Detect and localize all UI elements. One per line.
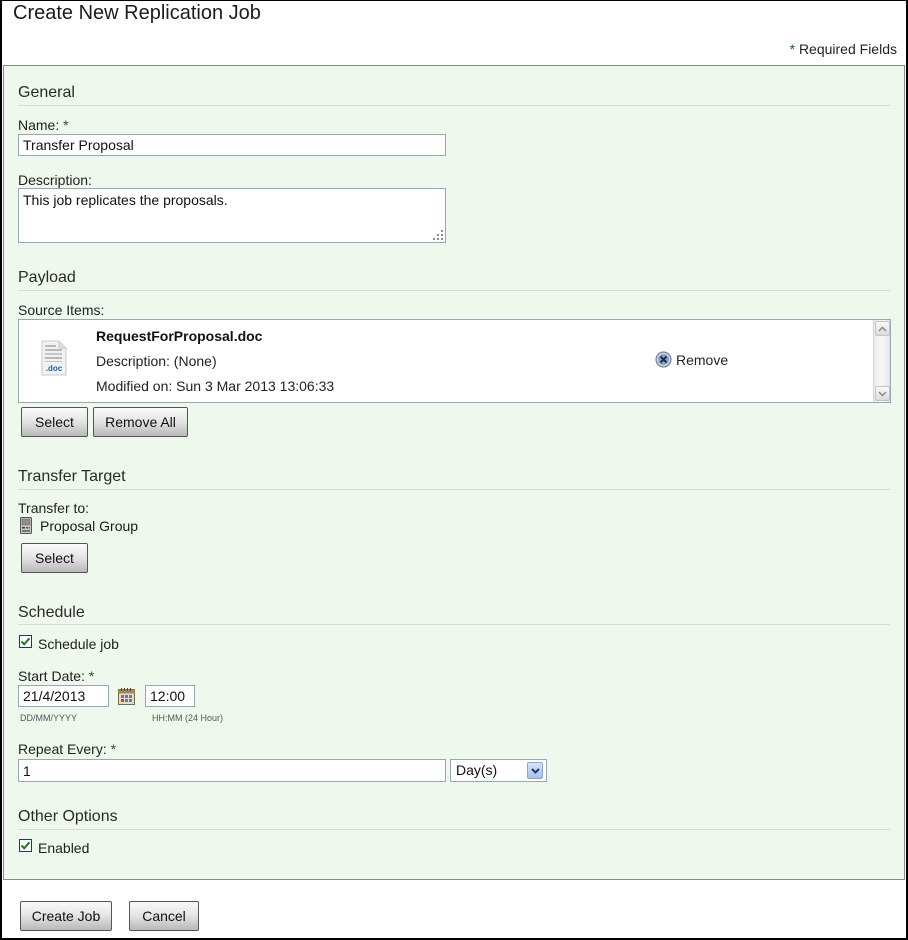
scroll-down-button[interactable]: [875, 386, 890, 401]
name-label-text: Name:: [18, 117, 60, 133]
enabled-label: Enabled: [38, 840, 90, 856]
source-item-modified: Modified on: Sun 3 Mar 2013 13:06:33: [96, 378, 335, 394]
start-time-input[interactable]: [145, 685, 195, 707]
repeat-every-input[interactable]: [18, 759, 446, 782]
remove-circle-x-icon: [655, 351, 672, 368]
transfer-target-item: Proposal Group: [20, 517, 138, 534]
schedule-job-checkbox[interactable]: [19, 635, 32, 648]
section-title-other-options: Other Options: [18, 808, 118, 825]
source-list-scrollbar[interactable]: [873, 320, 890, 402]
required-fields-label: Required Fields: [798, 41, 897, 57]
enabled-checkbox[interactable]: [19, 839, 32, 852]
source-items-label: Source Items:: [18, 302, 105, 318]
section-divider: [18, 105, 890, 106]
scroll-up-button[interactable]: [875, 321, 890, 336]
transfer-target-name: Proposal Group: [40, 517, 139, 534]
calendar-icon: [118, 688, 135, 705]
payload-select-button[interactable]: Select: [21, 407, 88, 437]
repeat-every-label: Repeat Every: *: [18, 741, 116, 757]
section-divider: [18, 290, 890, 291]
doc-file-icon: .doc: [41, 340, 67, 376]
remove-label: Remove: [676, 351, 729, 368]
required-fields-note: * Required Fields: [790, 41, 897, 57]
start-date-input[interactable]: [18, 685, 109, 707]
chevron-down-icon: [878, 390, 887, 397]
calendar-button[interactable]: [118, 688, 135, 708]
transfer-to-label: Transfer to:: [18, 500, 90, 516]
form-panel: General Name: * Description: This job re…: [3, 65, 905, 880]
section-divider: [18, 489, 890, 490]
name-input[interactable]: [18, 134, 446, 156]
repeat-unit-value: Day(s): [456, 762, 498, 778]
section-title-transfer-target: Transfer Target: [18, 468, 126, 485]
repeat-every-label-text: Repeat Every:: [18, 741, 107, 757]
transfer-select-button[interactable]: Select: [21, 543, 88, 573]
description-textarea[interactable]: This job replicates the proposals.: [18, 188, 446, 243]
schedule-job-label: Schedule job: [38, 636, 119, 652]
start-date-label: Start Date: *: [18, 668, 94, 684]
cancel-button[interactable]: Cancel: [129, 901, 199, 931]
resize-grip-icon[interactable]: [433, 230, 443, 240]
dropdown-arrow[interactable]: [527, 762, 543, 779]
required-star: *: [88, 668, 95, 684]
required-star: *: [63, 117, 69, 133]
date-format-hint: DD/MM/YYYY: [20, 713, 78, 723]
time-format-hint: HH:MM (24 Hour): [152, 713, 224, 723]
remove-item-button[interactable]: Remove: [655, 351, 728, 368]
description-text: This job replicates the proposals.: [23, 192, 228, 208]
repeat-unit-select[interactable]: Day(s): [450, 759, 547, 782]
source-item-name: RequestForProposal.doc: [96, 328, 263, 344]
start-date-label-text: Start Date:: [18, 668, 85, 684]
source-items-list: .doc RequestForProposal.doc Description:…: [18, 319, 891, 403]
section-title-general: General: [18, 84, 75, 101]
create-job-button[interactable]: Create Job: [20, 901, 112, 931]
chevron-up-icon: [878, 325, 887, 332]
check-icon: [20, 637, 31, 646]
check-icon: [20, 841, 31, 850]
server-icon: [20, 517, 32, 534]
remove-all-button[interactable]: Remove All: [93, 407, 188, 437]
section-title-schedule: Schedule: [18, 604, 85, 621]
required-star: *: [789, 41, 796, 57]
section-title-payload: Payload: [18, 269, 76, 286]
required-star: *: [110, 741, 117, 757]
doc-extension-label: .doc: [46, 364, 63, 373]
source-item-description: Description: (None): [96, 353, 217, 369]
description-label: Description:: [18, 172, 92, 188]
chevron-down-icon: [530, 767, 540, 774]
section-divider: [18, 624, 890, 625]
name-label: Name: *: [18, 117, 69, 133]
page-title: Create New Replication Job: [13, 2, 261, 24]
section-divider: [18, 829, 890, 830]
